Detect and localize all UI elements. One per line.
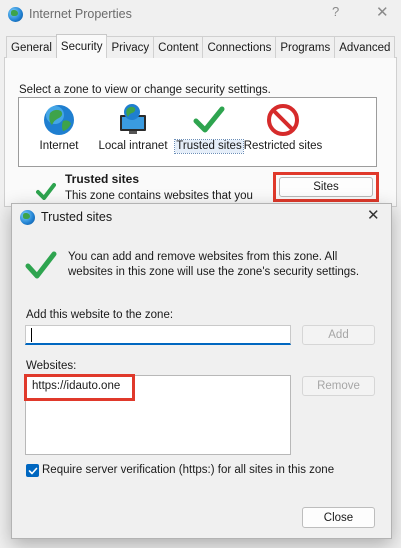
globe-icon — [42, 103, 76, 137]
monitor-globe-icon — [116, 103, 150, 137]
tab-advanced[interactable]: Advanced — [334, 36, 396, 58]
zone-label: Restricted sites — [243, 140, 323, 152]
tab-general[interactable]: General — [6, 36, 57, 58]
sites-button-highlight — [273, 172, 379, 202]
add-button[interactable]: Add — [302, 325, 375, 345]
tab-security[interactable]: Security — [55, 34, 108, 58]
dialog-title-bar: Trusted sites — [20, 207, 112, 227]
window-title: Internet Properties — [29, 7, 132, 21]
checkmark-icon — [25, 250, 57, 283]
internet-globe-icon — [20, 209, 35, 225]
tab-connections[interactable]: Connections — [202, 36, 277, 58]
remove-button[interactable]: Remove — [302, 376, 375, 396]
https-verification-label[interactable]: Require server verification (https:) for… — [42, 464, 334, 476]
dialog-close-button[interactable]: ✕ — [367, 206, 380, 224]
dialog-title: Trusted sites — [41, 210, 113, 224]
checkmark-icon — [36, 182, 56, 203]
zone-description: This zone contains websites that you — [65, 190, 253, 202]
add-website-label: Add this website to the zone: — [26, 309, 174, 321]
dialog-info-text: You can add and remove websites from thi… — [68, 251, 360, 278]
zone-label: Local intranet — [98, 140, 168, 152]
zone-trusted-sites[interactable]: Trusted sites — [168, 103, 250, 154]
zone-prompt: Select a zone to view or change security… — [19, 84, 271, 96]
tab-content[interactable]: Content — [153, 36, 204, 58]
zone-local-intranet[interactable]: Local intranet — [92, 103, 174, 153]
window-close-button[interactable]: ✕ — [376, 3, 389, 21]
help-button[interactable]: ? — [332, 4, 339, 19]
text-cursor — [31, 328, 32, 342]
tab-privacy[interactable]: Privacy — [106, 36, 155, 58]
zone-label: Trusted sites — [174, 139, 244, 154]
add-website-input[interactable] — [25, 325, 291, 345]
zone-restricted-sites[interactable]: Restricted sites — [242, 103, 324, 153]
checkbox-check-icon — [28, 467, 37, 474]
tab-programs[interactable]: Programs — [275, 36, 336, 58]
no-entry-icon — [266, 103, 300, 137]
checkmark-icon — [192, 103, 226, 137]
internet-globe-icon — [8, 6, 23, 22]
tab-strip: General Security Privacy Content Connect… — [6, 34, 396, 58]
zone-internet[interactable]: Internet — [18, 103, 100, 153]
https-verification-checkbox[interactable] — [26, 464, 39, 477]
website-item-highlight — [24, 374, 135, 401]
close-button[interactable]: Close — [302, 507, 375, 528]
zone-title: Trusted sites — [65, 172, 140, 186]
websites-label: Websites: — [26, 360, 77, 372]
zone-label: Internet — [39, 140, 79, 152]
window-title-bar: Internet Properties — [8, 4, 132, 24]
